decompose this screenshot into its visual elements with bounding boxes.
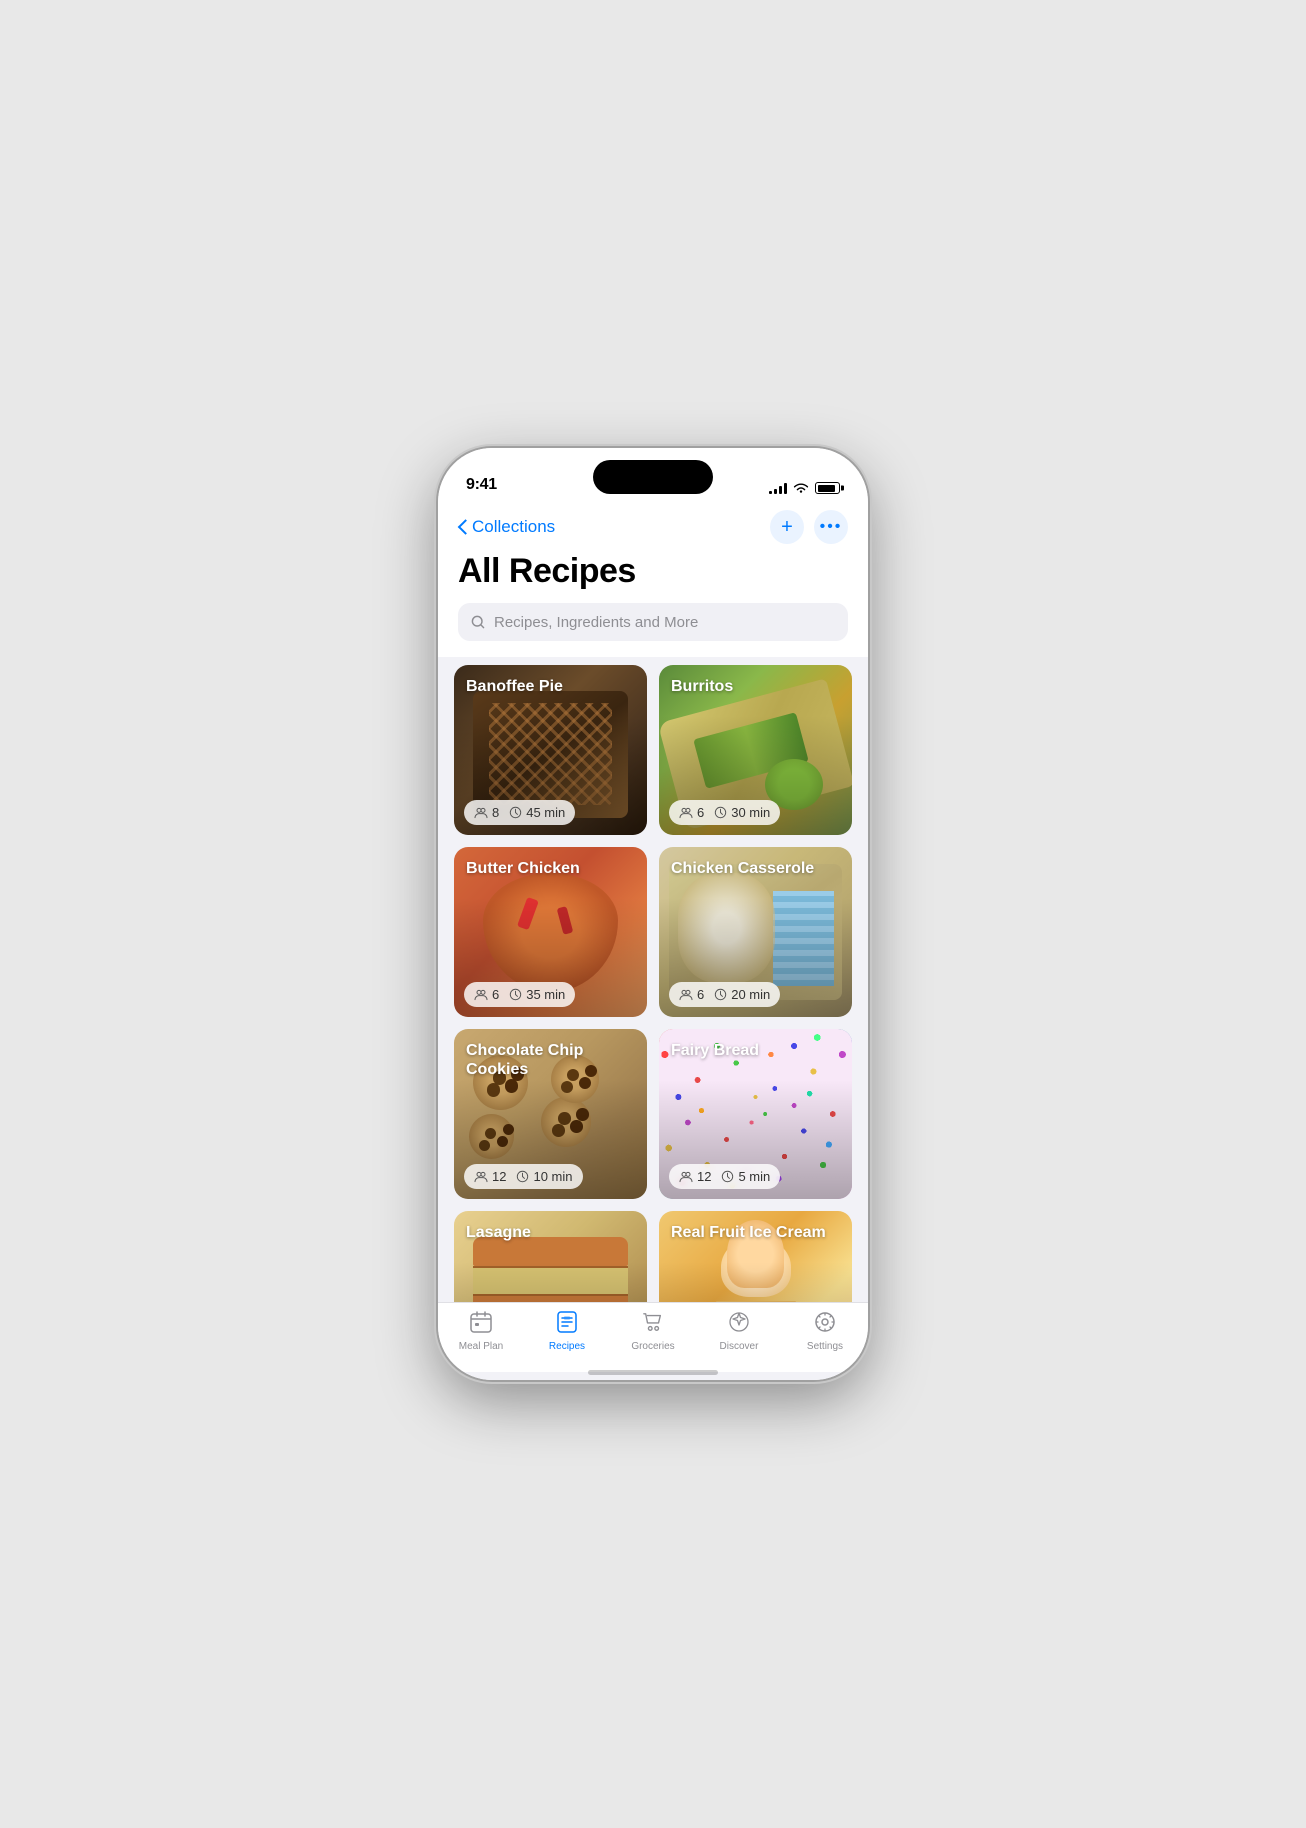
recipe-title-fairy-bread: Fairy Bread [671, 1041, 840, 1060]
signal-bars-icon [769, 482, 787, 494]
groceries-icon [641, 1311, 665, 1338]
search-icon [470, 614, 486, 630]
recipe-badge-fairy-bread: 12 5 min [669, 1164, 780, 1189]
page-title-section: All Recipes [438, 548, 868, 603]
meal-plan-label: Meal Plan [459, 1341, 503, 1352]
tab-settings[interactable]: Settings [795, 1311, 855, 1352]
recipe-card-burritos[interactable]: Burritos 6 [659, 665, 852, 835]
status-bar: 9:41 [438, 448, 868, 502]
status-time: 9:41 [466, 476, 497, 494]
recipe-badge-burritos: 6 30 min [669, 800, 780, 825]
meal-plan-icon [469, 1311, 493, 1338]
recipe-badge-butter-chicken: 6 35 min [464, 982, 575, 1007]
servings-value: 12 [697, 1169, 711, 1184]
time-value: 20 min [731, 987, 770, 1002]
time-icon [721, 1170, 734, 1183]
time-icon [714, 988, 727, 1001]
nav-actions: + ••• [770, 510, 848, 544]
search-placeholder: Recipes, Ingredients and More [494, 614, 698, 631]
servings-value: 6 [697, 805, 704, 820]
recipe-meta-butter-chicken: 6 35 min [464, 982, 637, 1007]
recipe-title-cookies: Chocolate Chip Cookies [466, 1041, 635, 1079]
recipe-card-ice-cream[interactable]: Real Fruit Ice Cream [659, 1211, 852, 1302]
more-icon: ••• [820, 518, 843, 536]
recipe-card-lasagne[interactable]: Lasagne 8 [454, 1211, 647, 1302]
discover-label: Discover [720, 1341, 759, 1352]
screen: 9:41 [438, 448, 868, 1380]
servings-value: 6 [492, 987, 499, 1002]
discover-icon [728, 1311, 750, 1338]
recipe-card-chocolate-chip-cookies[interactable]: Chocolate Chip Cookies 12 [454, 1029, 647, 1199]
add-button[interactable]: + [770, 510, 804, 544]
time-icon [509, 988, 522, 1001]
recipe-meta-fairy-bread: 12 5 min [669, 1164, 842, 1189]
recipe-title-burritos: Burritos [671, 677, 840, 696]
servings-icon [474, 807, 488, 819]
servings-value: 6 [697, 987, 704, 1002]
settings-label: Settings [807, 1341, 843, 1352]
home-indicator [438, 1372, 868, 1380]
groceries-label: Groceries [631, 1341, 674, 1352]
wifi-icon [793, 482, 809, 494]
servings-icon [679, 1171, 693, 1183]
phone-frame: 9:41 [438, 448, 868, 1380]
add-icon: + [781, 516, 793, 539]
time-value: 45 min [526, 805, 565, 820]
recipe-meta-chicken-casserole: 6 20 min [669, 982, 842, 1007]
servings-icon [679, 807, 693, 819]
tab-groceries[interactable]: Groceries [623, 1311, 683, 1352]
back-label: Collections [472, 517, 555, 537]
recipe-badge-banoffee-pie: 8 45 min [464, 800, 575, 825]
content-area: Collections + ••• All Recipes [438, 502, 868, 1302]
status-icons [769, 482, 840, 494]
recipe-title-chicken-casserole: Chicken Casserole [671, 859, 840, 878]
time-icon [714, 806, 727, 819]
tab-bar: Meal Plan Recipes [438, 1302, 868, 1372]
battery-icon [815, 482, 840, 494]
servings-icon [474, 1171, 488, 1183]
more-button[interactable]: ••• [814, 510, 848, 544]
battery-fill [818, 485, 835, 492]
recipe-title-banoffee-pie: Banoffee Pie [466, 677, 635, 696]
search-bar[interactable]: Recipes, Ingredients and More [458, 603, 848, 641]
recipe-title-butter-chicken: Butter Chicken [466, 859, 635, 878]
recipe-card-banoffee-pie[interactable]: Banoffee Pie 8 [454, 665, 647, 835]
settings-icon [814, 1311, 836, 1338]
time-value: 10 min [533, 1169, 572, 1184]
time-value: 30 min [731, 805, 770, 820]
back-button[interactable]: Collections [458, 517, 555, 537]
tab-discover[interactable]: Discover [709, 1311, 769, 1352]
servings-icon [679, 989, 693, 1001]
recipe-card-fairy-bread[interactable]: Fairy Bread 12 [659, 1029, 852, 1199]
servings-value: 12 [492, 1169, 506, 1184]
tab-meal-plan[interactable]: Meal Plan [451, 1311, 511, 1352]
recipe-badge-chicken-casserole: 6 20 min [669, 982, 780, 1007]
recipe-grid: Banoffee Pie 8 [438, 657, 868, 1302]
recipes-label: Recipes [549, 1341, 585, 1352]
time-icon [509, 806, 522, 819]
time-icon [516, 1170, 529, 1183]
recipe-badge-cookies: 12 10 min [464, 1164, 583, 1189]
time-value: 35 min [526, 987, 565, 1002]
recipe-card-chicken-casserole[interactable]: Chicken Casserole 6 [659, 847, 852, 1017]
search-container: Recipes, Ingredients and More [438, 603, 868, 657]
navigation-bar: Collections + ••• [438, 502, 868, 548]
servings-icon [474, 989, 488, 1001]
recipes-icon [555, 1311, 579, 1338]
recipe-title-ice-cream: Real Fruit Ice Cream [671, 1223, 840, 1242]
servings-value: 8 [492, 805, 499, 820]
dynamic-island [593, 460, 713, 494]
recipe-meta-burritos: 6 30 min [669, 800, 842, 825]
chevron-left-icon [458, 519, 468, 535]
home-bar [588, 1370, 718, 1375]
recipe-meta-cookies: 12 10 min [464, 1164, 637, 1189]
page-title: All Recipes [458, 552, 848, 591]
time-value: 5 min [738, 1169, 770, 1184]
recipe-meta-banoffee-pie: 8 45 min [464, 800, 637, 825]
recipe-card-butter-chicken[interactable]: Butter Chicken 6 [454, 847, 647, 1017]
tab-recipes[interactable]: Recipes [537, 1311, 597, 1352]
recipe-title-lasagne: Lasagne [466, 1223, 635, 1242]
